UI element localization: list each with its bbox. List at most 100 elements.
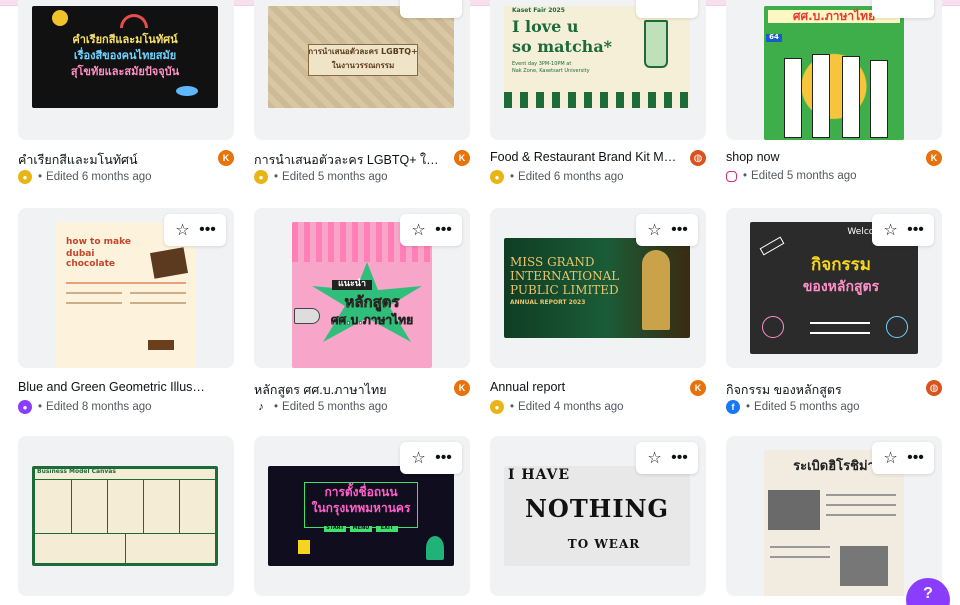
design-meta: ● • Edited 6 months ago — [490, 170, 624, 184]
grid-line — [71, 479, 72, 533]
design-title[interactable]: หลักสูตร ศศ.บ.ภาษาไทย — [254, 380, 444, 400]
card-actions: ☆ ••• — [164, 214, 226, 246]
thumbnail-art: คำเรียกสีและมโนทัศน์ เรื่องสีของคนไทยสมั… — [32, 6, 218, 108]
more-options-icon[interactable]: ••• — [431, 216, 456, 244]
meta-separator: • — [746, 401, 751, 413]
owner-avatar[interactable]: ◍ — [690, 150, 706, 166]
thumbnail-art: MISS GRAND INTERNATIONAL PUBLIC LIMITED … — [504, 238, 690, 338]
star-icon[interactable]: ☆ — [878, 216, 903, 244]
meta-separator: • — [274, 171, 279, 183]
more-options-icon[interactable]: ••• — [195, 216, 220, 244]
design-title[interactable]: shop now — [726, 150, 916, 164]
thumb-line: how to make — [66, 237, 131, 247]
star-icon[interactable]: ☆ — [170, 216, 195, 244]
owner-avatar[interactable]: K — [218, 150, 234, 166]
thumb-line: ANNUAL REPORT 2023 — [510, 299, 586, 306]
text-line — [826, 504, 896, 506]
whale-icon — [176, 86, 198, 96]
edited-time: Edited 5 months ago — [754, 401, 860, 413]
design-title[interactable]: กิจกรรม ของหลักสูตร — [726, 380, 916, 400]
design-thumbnail[interactable]: แนะนำ หลักสูตร ศศ.บ.ภาษาไทย ☆ ••• — [254, 208, 470, 368]
newspaper-photo — [840, 546, 888, 586]
owner-avatar[interactable]: K — [454, 150, 470, 166]
star-icon[interactable]: ☆ — [642, 444, 667, 472]
thumb-line: I HAVE — [508, 467, 571, 483]
thumb-line: Nak Zone, Kasetsart University — [512, 68, 590, 74]
instagram-icon — [726, 170, 737, 182]
owner-avatar[interactable]: ◍ — [926, 380, 942, 396]
grid-line — [179, 479, 180, 533]
card-actions: ☆ ••• — [636, 214, 698, 246]
meta-separator: • — [743, 170, 748, 182]
thumb-line: 64 — [766, 33, 782, 42]
rainbow-icon — [120, 14, 148, 28]
sun-icon — [52, 10, 68, 26]
basketball-icon: ◍ — [929, 382, 939, 394]
design-thumbnail[interactable]: การนำเสนอตัวละคร LGBTQ+ ในงานวรรณกรรม — [254, 0, 470, 140]
grid-line — [125, 533, 126, 563]
chocolate-image — [150, 247, 188, 279]
more-options-icon[interactable]: ••• — [903, 216, 928, 244]
card-actions: ☆ ••• — [400, 214, 462, 246]
meta-separator: • — [510, 171, 515, 183]
edited-time: Edited 6 months ago — [46, 171, 152, 183]
design-title[interactable]: Food & Restaurant Brand Kit Mobile Video — [490, 150, 680, 164]
meta-separator: • — [38, 401, 43, 413]
thumb-line: Kaset Fair 2025 — [512, 7, 565, 14]
grid-line — [143, 479, 144, 533]
thumb-line: NOTHING — [524, 494, 670, 523]
owner-avatar[interactable]: K — [454, 380, 470, 396]
student-figure — [812, 54, 830, 138]
owner-avatar[interactable]: K — [690, 380, 706, 396]
design-meta: f • Edited 5 months ago — [726, 400, 860, 414]
design-thumbnail[interactable]: ระเบิดฮิโรชิม่า ☆ ••• — [726, 436, 942, 596]
design-title[interactable]: Blue and Green Geometric Illustrative Po… — [18, 380, 208, 394]
card-actions — [400, 0, 462, 18]
star-icon[interactable]: ☆ — [878, 444, 903, 472]
thumb-line: สุโขทัยและสมัยปัจจุบัน — [70, 65, 180, 78]
meta-separator: • — [510, 401, 515, 413]
pageant-figure — [642, 250, 670, 330]
thumb-line: I love u — [512, 17, 579, 36]
design-thumbnail[interactable]: Kaset Fair 2025 I love u so matcha* Even… — [490, 0, 706, 140]
owner-avatar[interactable]: K — [926, 150, 942, 166]
thumbnail-art: Kaset Fair 2025 I love u so matcha* Even… — [504, 6, 690, 108]
thumb-line: แนะนำ — [332, 279, 372, 290]
facebook-icon: f — [726, 400, 740, 414]
thumbnail-art: ศศ.บ.ภาษาไทย 64 — [764, 6, 904, 140]
thumb-line: การตั้งชื่อถนน — [324, 485, 398, 499]
design-meta: ● • Edited 8 months ago — [18, 400, 152, 414]
design-grid: คำเรียกสีและมโนทัศน์ เรื่องสีของคนไทยสมั… — [0, 0, 960, 605]
card-actions: ☆ ••• — [636, 442, 698, 474]
design-thumbnail[interactable]: MISS GRAND INTERNATIONAL PUBLIC LIMITED … — [490, 208, 706, 368]
more-options-icon[interactable]: ••• — [667, 216, 692, 244]
edited-time: Edited 5 months ago — [282, 171, 388, 183]
design-thumbnail[interactable]: การตั้งชื่อถนน ในกรุงเทพมหานคร START MEN… — [254, 436, 470, 596]
design-meta: ● • Edited 5 months ago — [254, 170, 388, 184]
design-thumbnail[interactable]: Welcome กิจกรรม ของหลักสูตร ☆ ••• — [726, 208, 942, 368]
student-figure — [842, 56, 860, 138]
megaphone-icon — [294, 308, 320, 324]
card-actions: ☆ ••• — [400, 442, 462, 474]
more-options-icon[interactable]: ••• — [667, 444, 692, 472]
design-thumbnail[interactable]: Business Model Canvas — [18, 436, 234, 596]
star-icon[interactable]: ☆ — [406, 444, 431, 472]
design-title[interactable]: การนำเสนอตัวละคร LGBTQ+ ในงานวรรณกรรม — [254, 150, 444, 170]
design-thumbnail[interactable]: ศศ.บ.ภาษาไทย 64 — [726, 0, 942, 140]
design-title[interactable]: Annual report — [490, 380, 680, 394]
thumbnail-art: การนำเสนอตัวละคร LGBTQ+ ในงานวรรณกรรม — [268, 6, 454, 108]
text-line — [130, 292, 186, 294]
design-meta: ♪ • Edited 5 months ago — [254, 400, 388, 414]
design-meta: ● • Edited 4 months ago — [490, 400, 624, 414]
edited-time: Edited 5 months ago — [282, 401, 388, 413]
design-title[interactable]: คำเรียกสีและมโนทัศน์ — [18, 150, 208, 170]
tiktok-icon: ♪ — [254, 400, 268, 414]
design-thumbnail[interactable]: how to make dubai chocolate ☆ ••• — [18, 208, 234, 368]
star-icon[interactable]: ☆ — [642, 216, 667, 244]
text-line — [810, 332, 870, 334]
more-options-icon[interactable]: ••• — [903, 444, 928, 472]
design-thumbnail[interactable]: คำเรียกสีและมโนทัศน์ เรื่องสีของคนไทยสมั… — [18, 0, 234, 140]
star-icon[interactable]: ☆ — [406, 216, 431, 244]
design-thumbnail[interactable]: I HAVE NOTHING TO WEAR ☆ ••• — [490, 436, 706, 596]
more-options-icon[interactable]: ••• — [431, 444, 456, 472]
